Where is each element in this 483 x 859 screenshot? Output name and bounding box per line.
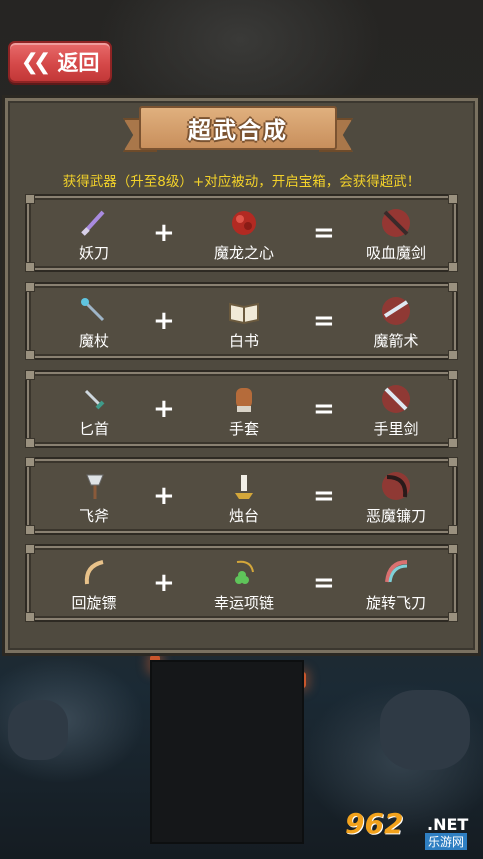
site-watermark: 962 .NET 乐游网	[345, 807, 475, 853]
plus-sign: +	[153, 306, 175, 336]
weapon-slot[interactable]: 妖刀	[49, 206, 139, 263]
recipe-row: 妖刀 + 魔龙之心 = 吸血魔剑	[25, 194, 458, 272]
result-slot[interactable]: 恶魔镰刀	[351, 469, 441, 526]
watermark-tld: .NET	[427, 815, 469, 834]
plus-sign: +	[153, 481, 175, 511]
candlestick-icon	[235, 475, 253, 499]
equals-sign: =	[313, 394, 335, 424]
white-book-icon	[229, 302, 259, 325]
double-chevron-left-icon: ❮❮	[20, 49, 52, 75]
page-title: 超武合成	[139, 106, 337, 150]
lucky-necklace-icon	[235, 560, 254, 584]
passive-slot[interactable]: 幸运项链	[199, 556, 289, 613]
weapon-slot[interactable]: 匕首	[49, 382, 139, 439]
demon-blade-icon	[81, 210, 105, 236]
back-button[interactable]: ❮❮ 返回	[8, 41, 112, 83]
shuriken-icon	[382, 385, 410, 413]
equals-sign: =	[313, 306, 335, 336]
recipe-row: 魔杖 + 白书 = 魔箭术	[25, 282, 458, 360]
magic-wand-icon	[81, 298, 105, 322]
dragon-heart-icon	[232, 211, 256, 235]
back-button-label: 返回	[57, 51, 100, 75]
result-slot[interactable]: 吸血魔剑	[351, 206, 441, 263]
boomerang-icon	[84, 560, 104, 585]
passive-slot[interactable]: 魔龙之心	[199, 206, 289, 263]
recipe-row: 匕首 + 手套 = 手里剑	[25, 370, 458, 448]
passive-slot[interactable]: 手套	[199, 382, 289, 439]
equals-sign: =	[313, 218, 335, 248]
recipe-row: 回旋镖 + 幸运项链 = 旋转飞刀	[25, 544, 458, 622]
watermark-logo: 962	[345, 807, 404, 840]
recipe-row: 飞斧 + 烛台 = 恶魔镰刀	[25, 457, 458, 535]
equals-sign: =	[313, 568, 335, 598]
plus-sign: +	[153, 218, 175, 248]
plus-sign: +	[153, 568, 175, 598]
demon-scythe-icon	[382, 472, 410, 500]
weapon-slot[interactable]: 飞斧	[49, 469, 139, 526]
equals-sign: =	[313, 481, 335, 511]
axe-icon	[86, 474, 104, 499]
result-slot[interactable]: 旋转飞刀	[351, 556, 441, 613]
weapon-slot[interactable]: 魔杖	[49, 294, 139, 351]
title-ribbon: 超武合成	[123, 106, 353, 152]
passive-slot[interactable]: 烛台	[199, 469, 289, 526]
weapon-slot[interactable]: 回旋镖	[49, 556, 139, 613]
result-slot[interactable]: 手里剑	[351, 382, 441, 439]
glove-icon	[236, 388, 252, 412]
instruction-text: 获得武器（升至8级）+对应被动，开启宝箱，会获得超武！	[62, 174, 421, 190]
vampire-sword-icon	[382, 209, 410, 237]
spinning-blade-icon	[385, 560, 408, 583]
plus-sign: +	[153, 394, 175, 424]
result-slot[interactable]: 魔箭术	[351, 294, 441, 351]
watermark-cn: 乐游网	[425, 833, 468, 850]
passive-slot[interactable]: 白书	[199, 294, 289, 351]
magic-arrow-icon	[382, 297, 410, 325]
dagger-icon	[84, 389, 105, 410]
